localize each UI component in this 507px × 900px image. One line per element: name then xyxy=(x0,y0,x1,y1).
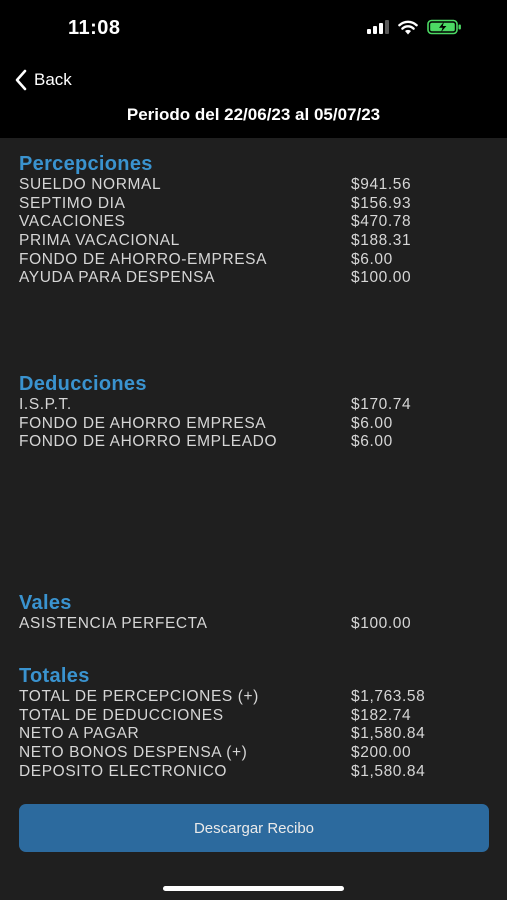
section-title: Deducciones xyxy=(19,373,147,395)
item-value: $470.78 xyxy=(351,213,412,231)
list-item: AYUDA PARA DESPENSA $100.00 xyxy=(19,269,479,288)
list-item: SUELDO NORMAL $941.56 xyxy=(19,176,479,195)
home-indicator xyxy=(163,886,344,891)
receipt-content: Percepciones SUELDO NORMAL $941.56 SEPTIM… xyxy=(0,138,507,900)
totales-list: TOTAL DE PERCEPCIONES (+) $1,763.58 TOTAL… xyxy=(19,688,479,781)
list-item: I.S.P.T. $170.74 xyxy=(19,396,479,415)
item-label: NETO A PAGAR xyxy=(19,725,140,743)
item-value: $1,763.58 xyxy=(351,688,426,705)
list-item: TOTAL DE DEDUCCIONES $182.74 xyxy=(19,707,479,726)
item-label: ASISTENCIA PERFECTA xyxy=(19,615,208,632)
percepciones-list: SUELDO NORMAL $941.56 SEPTIMO DIA $156.93 … xyxy=(19,176,479,288)
section-title: Totales xyxy=(19,665,90,687)
item-label: PRIMA VACACIONAL xyxy=(19,232,180,250)
item-label: TOTAL DE DEDUCCIONES xyxy=(19,706,224,724)
list-item: TOTAL DE PERCEPCIONES (+) $1,763.58 xyxy=(19,688,479,707)
deducciones-section: Deducciones I.S.P.T. $170.74 FONDO DE AHO… xyxy=(19,372,479,452)
list-item: PRIMA VACACIONAL $188.31 xyxy=(19,232,479,251)
download-receipt-button[interactable]: Descargar Recibo xyxy=(19,804,489,852)
item-label: SUELDO NORMAL xyxy=(19,176,162,193)
item-label: FONDO DE AHORRO EMPLEADO xyxy=(19,433,278,451)
item-label: FONDO DE AHORRO EMPRESA xyxy=(19,414,267,432)
back-label: Back xyxy=(34,70,72,89)
list-item: ASISTENCIA PERFECTA $100.00 xyxy=(19,615,479,634)
vales-list: ASISTENCIA PERFECTA $100.00 xyxy=(19,615,479,634)
cellular-signal-icon xyxy=(367,20,389,34)
item-value: $100.00 xyxy=(351,615,412,632)
item-value: $170.74 xyxy=(351,396,412,413)
list-item: NETO A PAGAR $1,580.84 xyxy=(19,725,479,744)
chevron-left-icon xyxy=(15,69,27,91)
wifi-icon xyxy=(398,20,418,34)
item-label: I.S.P.T. xyxy=(19,396,72,413)
list-item: SEPTIMO DIA $156.93 xyxy=(19,195,479,214)
battery-charging-icon xyxy=(427,19,461,35)
totales-section: Totales TOTAL DE PERCEPCIONES (+) $1,763.… xyxy=(19,664,479,781)
period-title: Periodo del 22/06/23 al 05/07/23 xyxy=(126,105,381,124)
item-value: $6.00 xyxy=(351,433,393,451)
section-title: Percepciones xyxy=(19,153,153,175)
item-value: $1,580.84 xyxy=(351,725,426,743)
item-label: DEPOSITO ELECTRONICO xyxy=(19,762,228,780)
item-value: $1,580.84 xyxy=(351,762,426,780)
list-item: NETO BONOS DESPENSA (+) $200.00 xyxy=(19,744,479,763)
item-label: SEPTIMO DIA xyxy=(19,194,126,212)
item-value: $6.00 xyxy=(351,414,393,432)
list-item: FONDO DE AHORRO-EMPRESA $6.00 xyxy=(19,251,479,270)
item-value: $941.56 xyxy=(351,176,412,193)
item-label: FONDO DE AHORRO-EMPRESA xyxy=(19,250,268,268)
item-value: $188.31 xyxy=(351,232,412,250)
item-value: $182.74 xyxy=(351,706,412,724)
vales-section: Vales ASISTENCIA PERFECTA $100.00 xyxy=(19,591,479,634)
item-label: TOTAL DE PERCEPCIONES (+) xyxy=(19,688,259,705)
status-bar: 11:08 xyxy=(0,0,507,56)
status-icons xyxy=(367,19,463,35)
item-value: $6.00 xyxy=(351,250,393,268)
list-item: FONDO DE AHORRO EMPLEADO $6.00 xyxy=(19,433,479,452)
navigation-bar: Back Periodo del 22/06/23 al 05/07/23 xyxy=(0,56,507,138)
section-title: Vales xyxy=(19,592,72,614)
item-label: AYUDA PARA DESPENSA xyxy=(19,269,216,287)
status-time: 11:08 xyxy=(68,17,121,39)
item-label: VACACIONES xyxy=(19,213,126,231)
back-button[interactable]: Back xyxy=(14,62,72,98)
item-label: NETO BONOS DESPENSA (+) xyxy=(19,744,248,762)
list-item: DEPOSITO ELECTRONICO $1,580.84 xyxy=(19,763,479,782)
deducciones-list: I.S.P.T. $170.74 FONDO DE AHORRO EMPRESA $… xyxy=(19,396,479,452)
list-item: FONDO DE AHORRO EMPRESA $6.00 xyxy=(19,415,479,434)
item-value: $156.93 xyxy=(351,194,412,212)
percepciones-section: Percepciones SUELDO NORMAL $941.56 SEPTIM… xyxy=(19,152,479,288)
item-value: $200.00 xyxy=(351,744,412,762)
list-item: VACACIONES $470.78 xyxy=(19,213,479,232)
item-value: $100.00 xyxy=(351,269,412,287)
